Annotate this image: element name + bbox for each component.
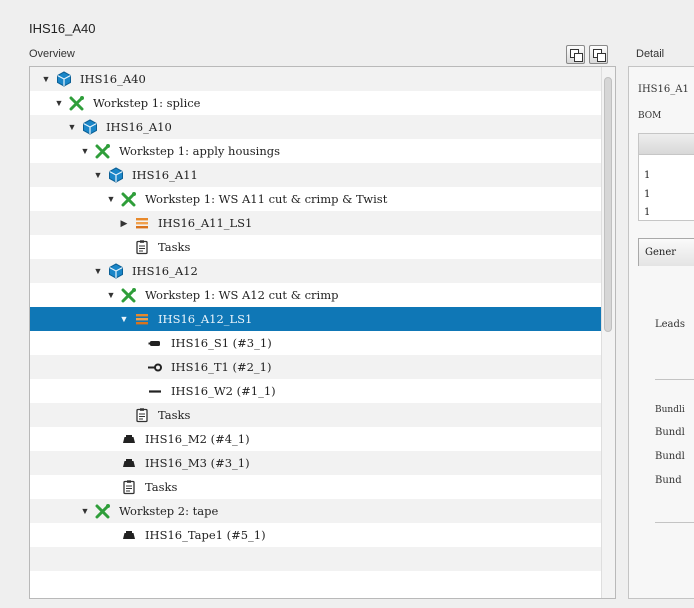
bom-row[interactable]: 1 — [644, 207, 650, 218]
tree-item[interactable]: IHS16_Tape1 (#5_1) — [30, 523, 602, 547]
tree-empty-row — [30, 547, 602, 571]
tasks-icon — [133, 407, 151, 423]
tasks-icon — [133, 239, 151, 255]
assembly-icon — [55, 71, 73, 87]
detail-name-value: IHS16_A1 — [638, 84, 689, 95]
tree-item-label: IHS16_W2 (#1_1) — [171, 384, 276, 398]
bom-row[interactable]: 1 — [644, 189, 650, 200]
leads-label: Leads — [655, 319, 686, 330]
tree-item[interactable]: ▼ Workstep 1: WS A11 cut & crimp & Twist — [30, 187, 602, 211]
bundle-label: Bundli — [655, 405, 685, 415]
collapse-arrow-icon[interactable]: ▼ — [118, 314, 130, 324]
tree-item[interactable]: ▶ IHS16_A11_LS1 — [30, 211, 602, 235]
tree-item[interactable]: IHS16_W2 (#1_1) — [30, 379, 602, 403]
collapse-arrow-icon[interactable]: ▼ — [92, 170, 104, 180]
collapse-arrow-icon[interactable]: ▼ — [53, 98, 65, 108]
collapse-arrow-icon[interactable]: ▼ — [40, 74, 52, 84]
collapse-arrow-icon[interactable]: ▼ — [105, 194, 117, 204]
tree-item-label: Tasks — [145, 480, 178, 494]
collapse-arrow-icon[interactable]: ▼ — [79, 506, 91, 516]
bundle-label: Bundl — [655, 451, 685, 462]
divider — [655, 522, 694, 523]
tree-item[interactable]: IHS16_M3 (#3_1) — [30, 451, 602, 475]
seal-icon — [146, 335, 164, 351]
tree-item[interactable]: Tasks — [30, 475, 602, 499]
tree-item[interactable]: ▼ IHS16_A11 — [30, 163, 602, 187]
bom-label: BOM — [638, 111, 662, 121]
bundle-label: Bund — [655, 475, 682, 486]
tree-item-label: Workstep 1: WS A12 cut & crimp — [145, 288, 339, 302]
tree-item-label: IHS16_Tape1 (#5_1) — [145, 528, 266, 542]
tree-item[interactable]: ▼ IHS16_A10 — [30, 115, 602, 139]
expand-all-button[interactable] — [566, 45, 585, 64]
tasks-icon — [120, 479, 138, 495]
detail-panel: IHS16_A1 BOM 1 1 1 Gener Leads Bundli Bu… — [628, 66, 694, 599]
tree-item-label: IHS16_T1 (#2_1) — [171, 360, 272, 374]
collapse-arrow-icon[interactable]: ▼ — [66, 122, 78, 132]
workstep-icon — [68, 95, 86, 111]
material-icon — [120, 431, 138, 447]
expand-arrow-icon[interactable]: ▶ — [118, 218, 130, 229]
collapse-all-button[interactable] — [589, 45, 608, 64]
tree-item-label: IHS16_M2 (#4_1) — [145, 432, 250, 446]
assembly-icon — [107, 263, 125, 279]
wire-icon — [146, 383, 164, 399]
tree-item-label: IHS16_A10 — [106, 120, 172, 134]
bom-row[interactable]: 1 — [644, 170, 650, 181]
collapse-arrow-icon[interactable]: ▼ — [105, 290, 117, 300]
bom-table-header — [639, 134, 694, 155]
tree-item[interactable]: IHS16_S1 (#3_1) — [30, 331, 602, 355]
collapse-arrow-icon[interactable]: ▼ — [92, 266, 104, 276]
tree-item[interactable]: Tasks — [30, 235, 602, 259]
lead-set-icon — [133, 215, 151, 231]
bundle-label: Bundl — [655, 427, 685, 438]
tree-item[interactable]: ▼ IHS16_A40 — [30, 67, 602, 91]
tree-item-label: Workstep 1: apply housings — [119, 144, 281, 158]
tree-item[interactable]: ▼ Workstep 1: splice — [30, 91, 602, 115]
divider — [655, 379, 694, 380]
lead-set-icon — [133, 311, 151, 327]
tree-item[interactable]: IHS16_T1 (#2_1) — [30, 355, 602, 379]
terminal-icon — [146, 359, 164, 375]
material-icon — [120, 455, 138, 471]
tree-item-label: IHS16_A11 — [132, 168, 198, 182]
scroll-thumb[interactable] — [604, 77, 612, 332]
tab-general[interactable]: Gener — [638, 238, 694, 266]
tree-item-label: IHS16_A11_LS1 — [158, 216, 253, 230]
workstep-icon — [120, 287, 138, 303]
tree-item-label: Workstep 1: splice — [93, 96, 201, 110]
tree-item[interactable]: ▼ IHS16_A12_LS1 — [30, 307, 602, 331]
tree-item-label: Workstep 2: tape — [119, 504, 219, 518]
tree-item-label: Workstep 1: WS A11 cut & crimp & Twist — [145, 192, 388, 206]
collapse-arrow-icon[interactable]: ▼ — [79, 146, 91, 156]
tree-item-label: Tasks — [158, 240, 191, 254]
workstep-icon — [120, 191, 138, 207]
tree-item[interactable]: Tasks — [30, 403, 602, 427]
tree-item[interactable]: IHS16_M2 (#4_1) — [30, 427, 602, 451]
bom-table[interactable]: 1 1 1 — [638, 133, 694, 221]
tree-item-label: IHS16_A40 — [80, 72, 146, 86]
assembly-icon — [81, 119, 99, 135]
tree-empty-row — [30, 571, 602, 595]
assembly-icon — [107, 167, 125, 183]
tree-item-label: Tasks — [158, 408, 191, 422]
tree-item-label: IHS16_A12 — [132, 264, 198, 278]
window-title: IHS16_A40 — [29, 21, 96, 36]
workstep-icon — [94, 143, 112, 159]
tree-scrollbar[interactable] — [601, 67, 615, 598]
tree-item-label: IHS16_M3 (#3_1) — [145, 456, 250, 470]
tree-item-label: IHS16_A12_LS1 — [158, 312, 253, 326]
tree-item[interactable]: ▼ Workstep 2: tape — [30, 499, 602, 523]
workstep-icon — [94, 503, 112, 519]
detail-label: Detail — [636, 48, 665, 60]
tree-item[interactable]: ▼ Workstep 1: apply housings — [30, 139, 602, 163]
tree-item[interactable]: ▼ IHS16_A12 — [30, 259, 602, 283]
overview-tree[interactable]: ▼ IHS16_A40 ▼ Workstep 1: splice ▼ IHS16_A10 ▼… — [29, 66, 616, 599]
tree-item-label: IHS16_S1 (#3_1) — [171, 336, 272, 350]
material-icon — [120, 527, 138, 543]
tree-item[interactable]: ▼ Workstep 1: WS A12 cut & crimp — [30, 283, 602, 307]
overview-label: Overview — [29, 48, 75, 60]
